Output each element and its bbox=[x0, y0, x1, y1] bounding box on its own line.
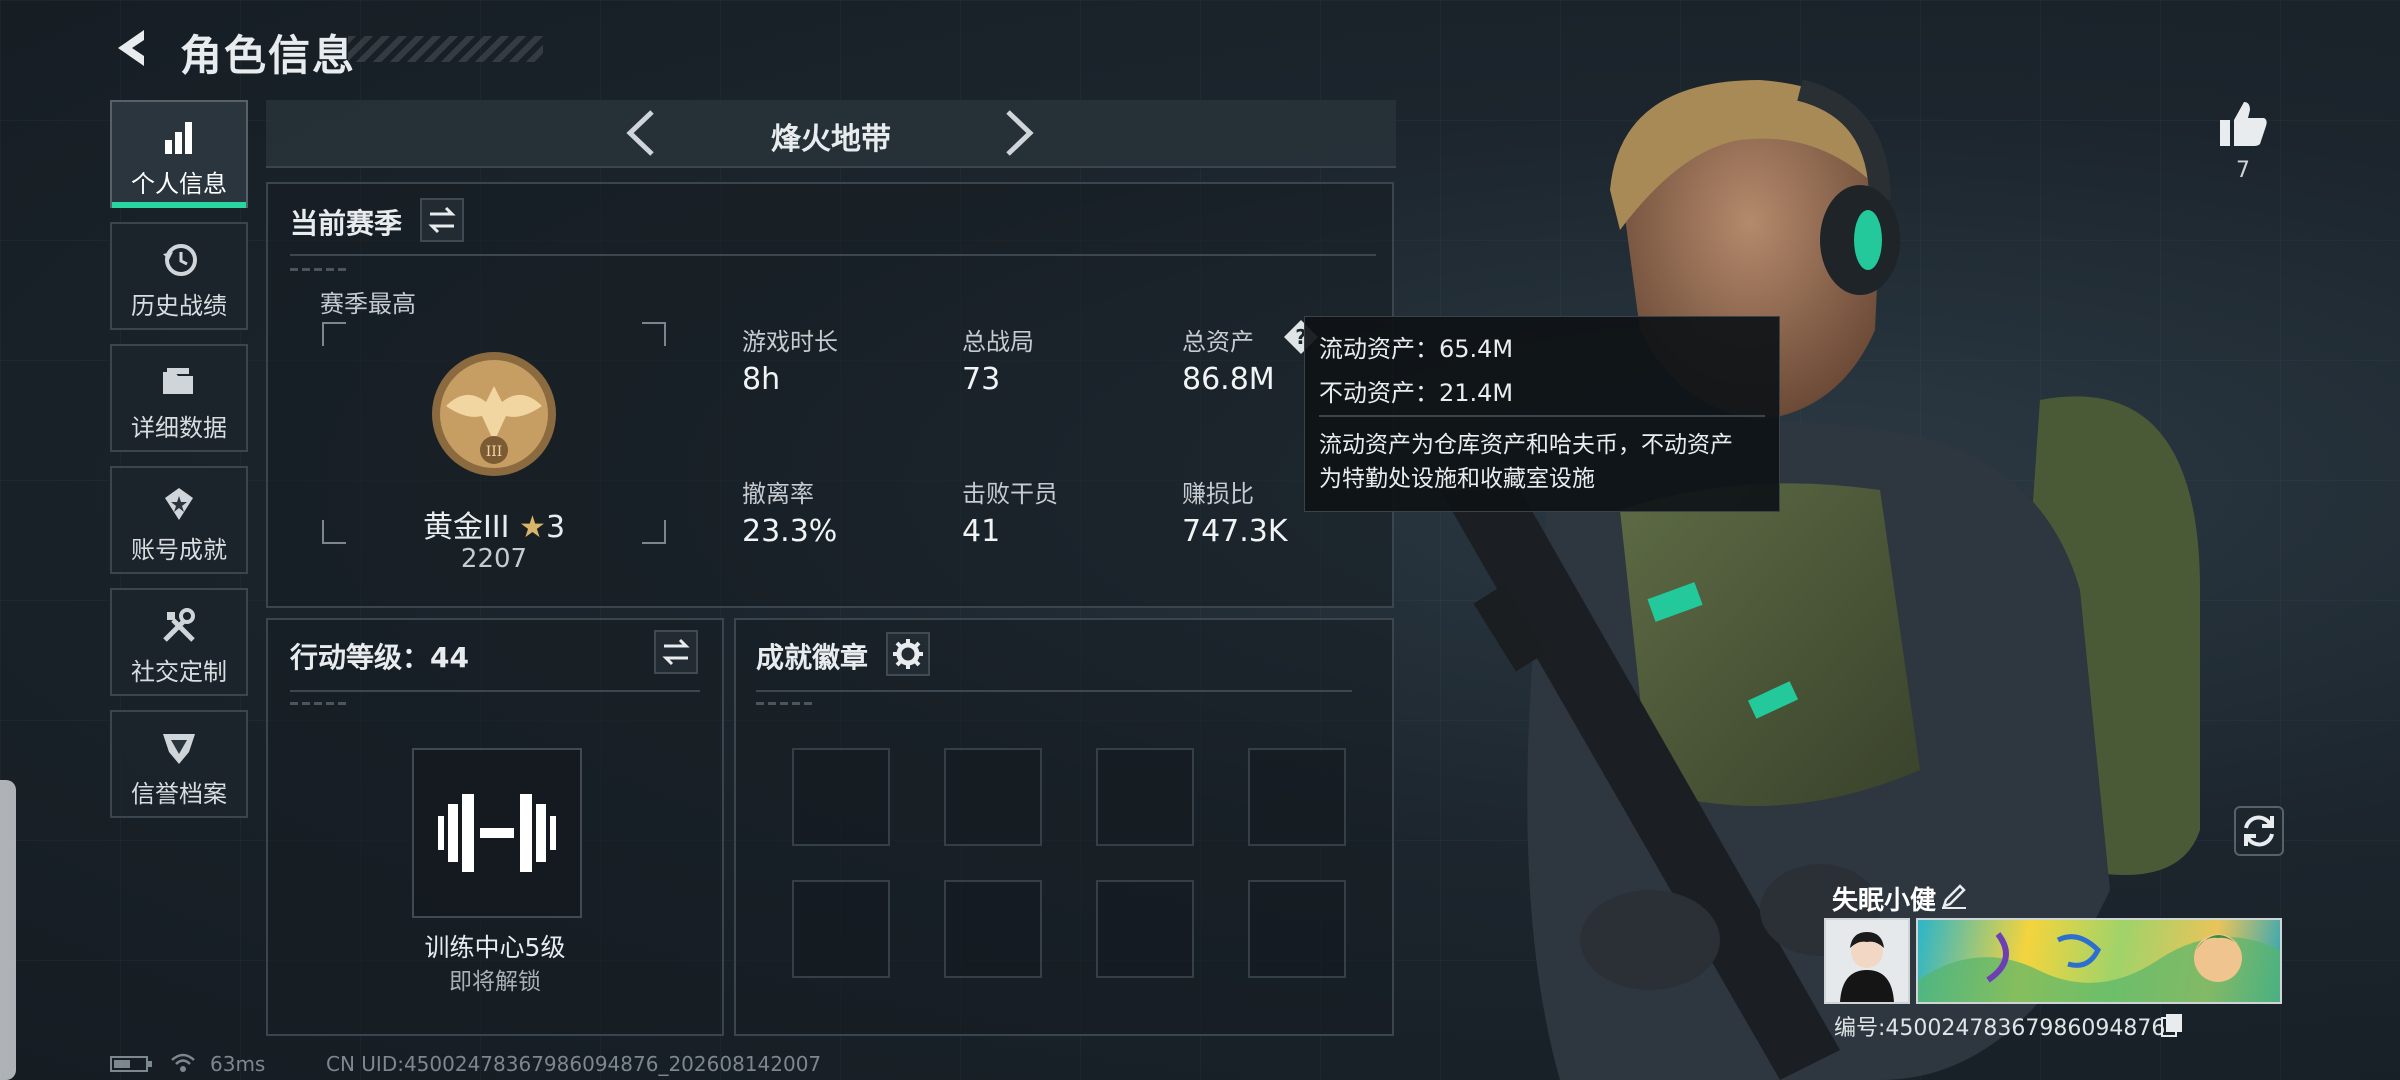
achievement-icon bbox=[165, 488, 193, 520]
tools-icon bbox=[163, 608, 195, 642]
badge-slot[interactable] bbox=[1096, 880, 1194, 978]
stat-value-playtime: 8h bbox=[742, 362, 781, 397]
rank-frame: III 黄金III ★3 bbox=[322, 322, 666, 546]
badge-slot[interactable] bbox=[944, 880, 1042, 978]
star-icon: ★ bbox=[519, 510, 546, 545]
nav-item-history[interactable]: 历史战绩 bbox=[110, 222, 248, 330]
bar-chart-icon bbox=[165, 122, 192, 154]
thumbs-up-icon[interactable] bbox=[2216, 96, 2270, 150]
stat-label-total-matches: 总战局 bbox=[962, 328, 1034, 356]
like-count: 7 bbox=[2236, 158, 2250, 183]
player-banner-card[interactable] bbox=[1916, 918, 2282, 1004]
ping-value: 63ms bbox=[210, 1052, 266, 1076]
badge-slot[interactable] bbox=[792, 880, 890, 978]
rank-score: 2207 bbox=[460, 544, 528, 574]
stat-label-playtime: 游戏时长 bbox=[742, 328, 838, 356]
svg-text:III: III bbox=[486, 444, 503, 460]
wifi-icon bbox=[171, 1053, 195, 1072]
nav-item-achievements[interactable]: 账号成就 bbox=[110, 466, 248, 574]
training-center-name: 训练中心5级 bbox=[424, 933, 566, 962]
badge-slot[interactable] bbox=[944, 748, 1042, 846]
nav-item-detailed-data[interactable]: 详细数据 bbox=[110, 344, 248, 452]
rank-stars: 3 bbox=[545, 510, 566, 545]
decoration bbox=[756, 702, 816, 705]
badges-divider bbox=[756, 690, 1352, 692]
stat-label-kills: 击败干员 bbox=[962, 480, 1058, 508]
refresh-icon bbox=[2244, 815, 2274, 847]
season-panel-title: 当前赛季 bbox=[290, 207, 403, 240]
edit-pencil-icon[interactable] bbox=[1940, 882, 1968, 910]
nav-label: 账号成就 bbox=[131, 536, 227, 564]
tooltip-fixed-assets: 不动资产：21.4M bbox=[1319, 379, 1514, 407]
level-divider bbox=[290, 690, 700, 692]
action-level-panel: 行动等级：44 训练中心5级 即将解锁 bbox=[266, 618, 724, 1036]
badge-slot[interactable] bbox=[1248, 880, 1346, 978]
tooltip-divider bbox=[1319, 415, 1765, 417]
assets-tooltip: 流动资产：65.4M 不动资产：21.4M 流动资产为仓库资产和哈夫币，不动资产… bbox=[1304, 316, 1780, 512]
stat-value-kills: 41 bbox=[962, 514, 1001, 549]
page-title: 角色信息 bbox=[180, 31, 357, 80]
banner-artwork bbox=[1918, 932, 2280, 1002]
switch-level-button[interactable] bbox=[654, 630, 698, 674]
decoration bbox=[290, 702, 350, 705]
back-arrow-icon[interactable] bbox=[110, 24, 158, 72]
stat-label-profit-ratio: 赚损比 bbox=[1182, 480, 1254, 508]
nav-label: 历史战绩 bbox=[131, 292, 227, 320]
next-mode-arrow-icon[interactable] bbox=[998, 110, 1038, 156]
tooltip-liquid-assets: 流动资产：65.4M bbox=[1319, 335, 1514, 363]
badge-slot[interactable] bbox=[1248, 748, 1346, 846]
stat-value-total-assets: 86.8M bbox=[1182, 362, 1275, 397]
rank-name-row: 黄金III ★3 bbox=[322, 502, 666, 546]
history-clock-icon bbox=[163, 244, 197, 276]
credit-shield-icon bbox=[163, 734, 195, 764]
title-decoration bbox=[348, 36, 543, 62]
swap-icon bbox=[662, 638, 690, 666]
player-avatar[interactable] bbox=[1824, 918, 1910, 1004]
stat-value-profit-ratio: 747.3K bbox=[1182, 514, 1288, 549]
gear-icon bbox=[893, 639, 923, 669]
nav-label: 信誉档案 bbox=[131, 780, 227, 808]
nav-label: 个人信息 bbox=[131, 170, 227, 198]
game-mode-tab-bar: 烽火地带 bbox=[266, 100, 1396, 168]
decoration bbox=[290, 268, 350, 271]
season-divider bbox=[290, 254, 1376, 256]
tooltip-desc-line1: 流动资产为仓库资产和哈夫币，不动资产 bbox=[1319, 432, 1733, 458]
training-center-card[interactable] bbox=[412, 748, 582, 918]
uid-text: CN UID:450024783679860948​76_20260814200… bbox=[326, 1052, 822, 1076]
edge-drawer-handle[interactable] bbox=[0, 780, 16, 1080]
nav-label: 社交定制 bbox=[131, 658, 227, 686]
stat-value-extraction-rate: 23.3% bbox=[742, 514, 838, 549]
copy-icon[interactable] bbox=[2160, 1012, 2184, 1038]
badge-settings-button[interactable] bbox=[886, 632, 930, 676]
nav-item-personal-info[interactable]: 个人信息 bbox=[110, 100, 248, 208]
nav-item-credit-file[interactable]: 信誉档案 bbox=[110, 710, 248, 818]
badges-title: 成就徽章 bbox=[756, 641, 869, 674]
player-name: 失眠小健 bbox=[1832, 886, 1937, 916]
stat-label-extraction-rate: 撤离率 bbox=[742, 480, 814, 508]
player-id: 编号:450024783679860948​76 bbox=[1834, 1016, 2166, 1041]
stat-label-total-assets: 总资产 bbox=[1182, 328, 1254, 356]
swap-icon bbox=[428, 206, 456, 234]
battery-icon bbox=[110, 1056, 152, 1072]
training-center-status: 即将解锁 bbox=[449, 969, 541, 995]
folder-icon bbox=[163, 368, 193, 394]
nav-label: 详细数据 bbox=[131, 414, 227, 442]
tooltip-desc-line2: 为特勤处设施和收藏室设施 bbox=[1319, 466, 1595, 492]
avatar-image bbox=[1826, 920, 1908, 1002]
dumbbell-icon bbox=[438, 794, 556, 872]
current-season-panel: 当前赛季 赛季最高 III 黄金III ★3 2207 游戏时长 8h 总战局 … bbox=[266, 182, 1394, 608]
game-mode-title: 烽火地带 bbox=[771, 122, 891, 157]
gold-rank-emblem-icon: III bbox=[432, 352, 556, 476]
refresh-button[interactable] bbox=[2234, 806, 2284, 856]
achievement-badges-panel: 成就徽章 bbox=[734, 618, 1394, 1036]
stat-value-total-matches: 73 bbox=[962, 362, 1001, 397]
switch-season-button[interactable] bbox=[420, 198, 464, 242]
action-level-title: 行动等级：44 bbox=[290, 641, 469, 674]
nav-item-social-custom[interactable]: 社交定制 bbox=[110, 588, 248, 696]
rank-name: 黄金III bbox=[422, 510, 510, 545]
badge-slot[interactable] bbox=[1096, 748, 1194, 846]
badge-slot[interactable] bbox=[792, 748, 890, 846]
season-best-label: 赛季最高 bbox=[320, 290, 416, 318]
